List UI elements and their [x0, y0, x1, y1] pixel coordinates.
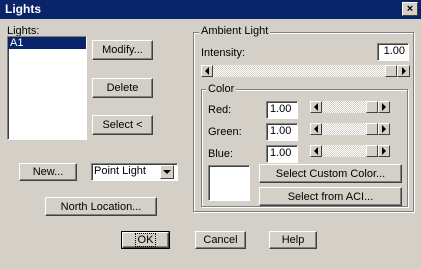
- green-label: Green:: [208, 126, 242, 138]
- blue-scrollbar[interactable]: [310, 145, 390, 157]
- arrow-left-icon: [314, 103, 318, 111]
- blue-scroll-left[interactable]: [310, 145, 322, 157]
- select-custom-color-button[interactable]: Select Custom Color...: [259, 164, 402, 183]
- dropdown-button[interactable]: [160, 165, 174, 179]
- north-location-button[interactable]: North Location...: [45, 197, 157, 216]
- green-scrollbar[interactable]: [310, 123, 390, 135]
- ambient-light-title: Ambient Light: [199, 25, 271, 37]
- blue-field[interactable]: 1.00: [266, 145, 298, 163]
- delete-button[interactable]: Delete: [92, 78, 153, 98]
- select-from-aci-button[interactable]: Select from ACI...: [259, 187, 402, 206]
- arrow-left-icon: [205, 67, 209, 75]
- scroll-left-button[interactable]: [201, 65, 213, 77]
- red-scroll-left[interactable]: [310, 101, 322, 113]
- intensity-label: Intensity:: [201, 47, 246, 59]
- red-scroll-right[interactable]: [378, 101, 390, 113]
- modify-button[interactable]: Modify...: [92, 40, 153, 60]
- color-swatch: [208, 165, 250, 201]
- arrow-right-icon: [382, 125, 386, 133]
- intensity-thumb[interactable]: [385, 65, 397, 77]
- red-label: Red:: [208, 104, 232, 116]
- close-button[interactable]: ×: [402, 2, 418, 16]
- title-bar: Lights ×: [0, 0, 421, 19]
- blue-label: Blue:: [208, 148, 234, 160]
- arrow-left-icon: [314, 125, 318, 133]
- intensity-field[interactable]: 1.00: [377, 43, 409, 61]
- chevron-down-icon: [163, 170, 171, 174]
- ok-button[interactable]: OK: [121, 231, 170, 249]
- cancel-button[interactable]: Cancel: [195, 231, 246, 249]
- new-button[interactable]: New...: [19, 163, 77, 181]
- scroll-right-button[interactable]: [397, 65, 410, 77]
- red-field[interactable]: 1.00: [266, 101, 298, 119]
- arrow-right-icon: [401, 67, 406, 75]
- list-item[interactable]: A1: [8, 37, 86, 49]
- intensity-scrollbar[interactable]: [201, 65, 410, 77]
- arrow-left-icon: [314, 147, 318, 155]
- select-button[interactable]: Select <: [92, 115, 153, 135]
- blue-scroll-right[interactable]: [378, 145, 390, 157]
- green-thumb[interactable]: [366, 123, 378, 135]
- red-thumb[interactable]: [366, 101, 378, 113]
- green-scroll-right[interactable]: [378, 123, 390, 135]
- lights-listbox[interactable]: A1: [7, 36, 87, 140]
- close-icon: ×: [406, 2, 414, 15]
- color-title: Color: [206, 83, 237, 95]
- light-type-select[interactable]: Point Light: [91, 163, 178, 181]
- green-scroll-left[interactable]: [310, 123, 322, 135]
- red-scrollbar[interactable]: [310, 101, 390, 113]
- green-field[interactable]: 1.00: [266, 123, 298, 141]
- arrow-right-icon: [382, 103, 386, 111]
- arrow-right-icon: [382, 147, 386, 155]
- light-type-value: Point Light: [94, 165, 146, 177]
- window-title: Lights: [5, 2, 41, 16]
- blue-thumb[interactable]: [366, 145, 378, 157]
- help-button[interactable]: Help: [269, 231, 317, 249]
